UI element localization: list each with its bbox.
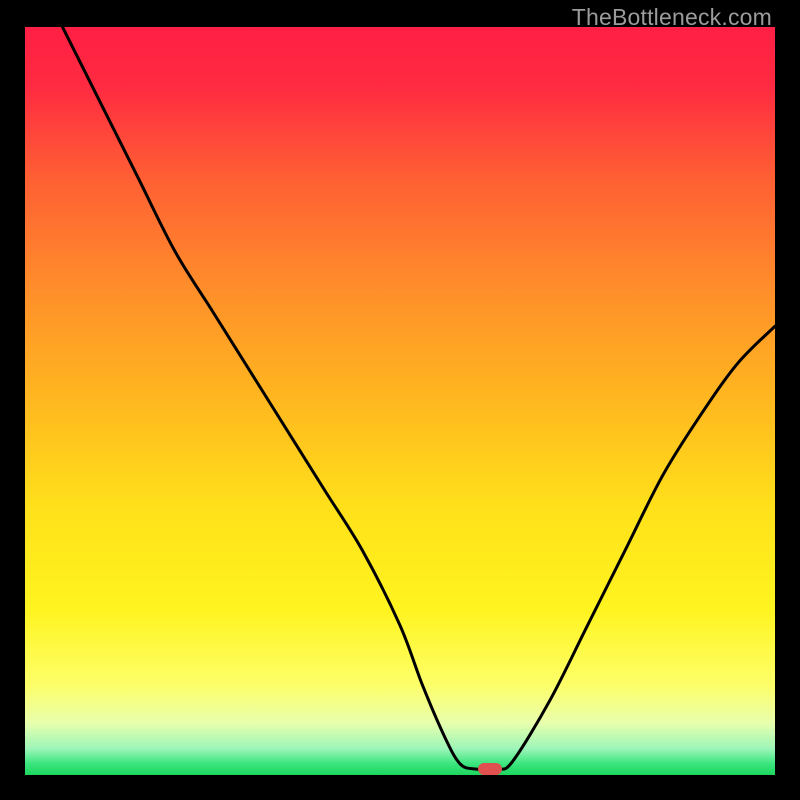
watermark-text: TheBottleneck.com (572, 4, 772, 31)
bottleneck-chart (25, 27, 775, 775)
optimal-marker (478, 763, 502, 775)
chart-frame: TheBottleneck.com (0, 0, 800, 800)
gradient-background (25, 27, 775, 775)
